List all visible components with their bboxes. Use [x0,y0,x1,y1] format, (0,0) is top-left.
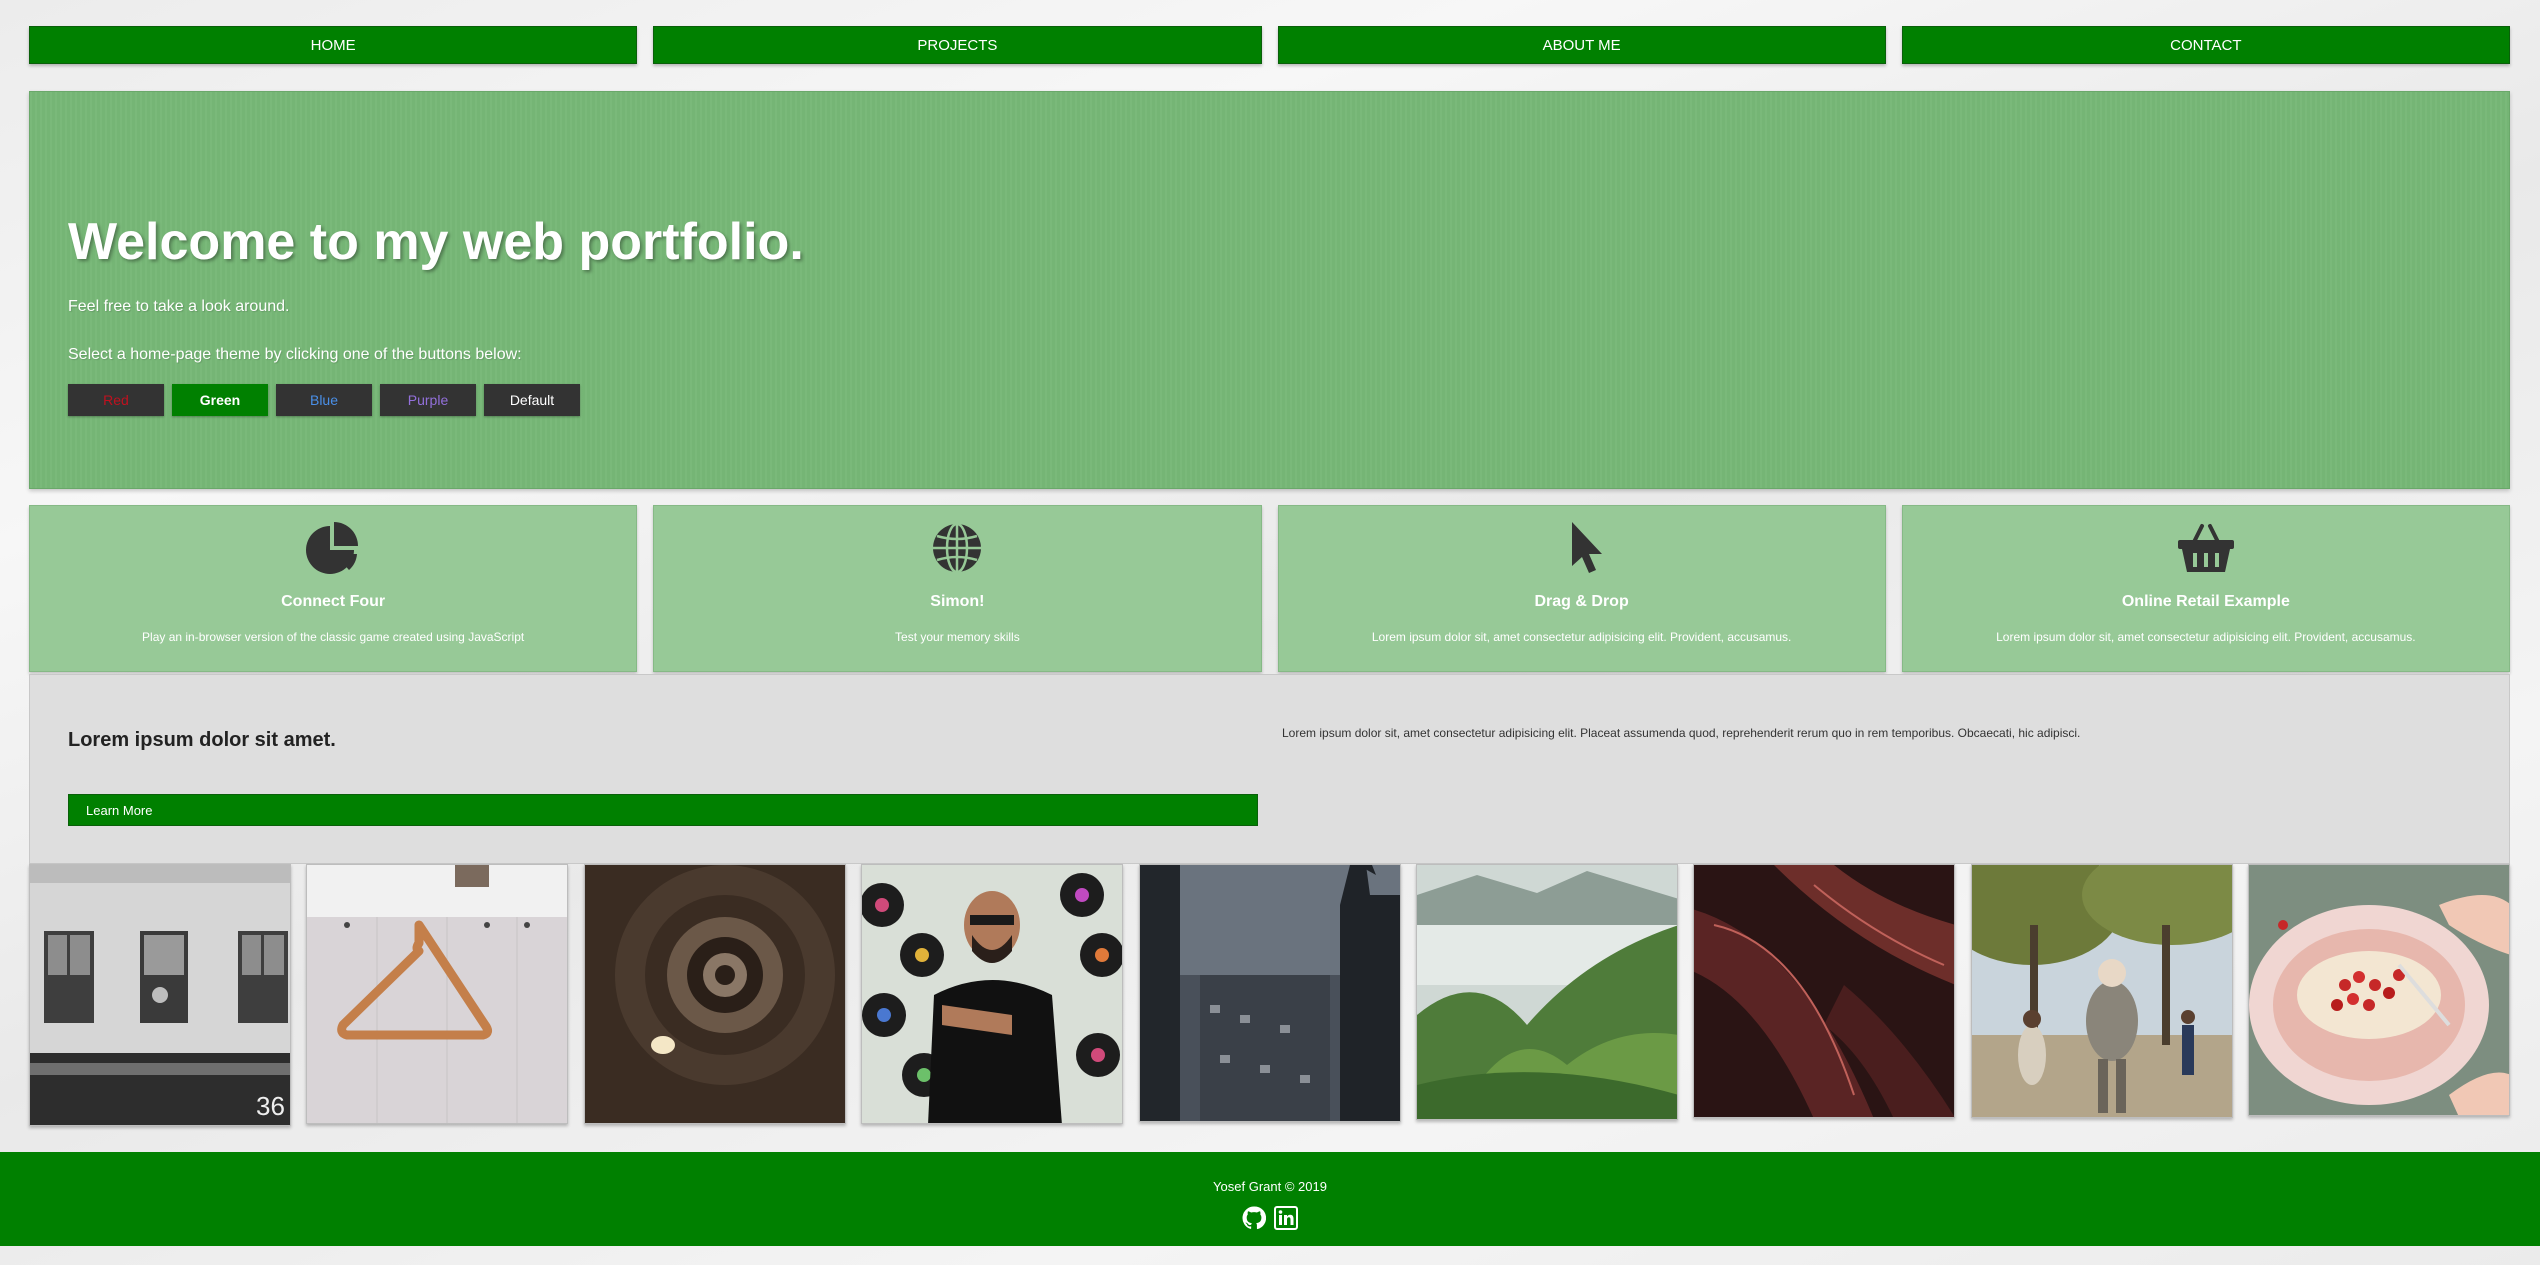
photo-gallery: 36 [29,864,2510,1126]
theme-buttons: Red Green Blue Purple Default [68,384,2509,416]
project-card-online-retail[interactable]: Online Retail Example Lorem ipsum dolor … [1901,505,2510,672]
pie-chart-icon [303,520,363,581]
hero-title: Welcome to my web portfolio. [68,213,804,271]
theme-red-button[interactable]: Red [68,384,164,416]
theme-prompt: Select a home-page theme by clicking one… [68,346,522,363]
theme-blue-button[interactable]: Blue [276,384,372,416]
vinyl-records-man-photo[interactable] [861,864,1124,1124]
hero-section: Welcome to my web portfolio. Feel free t… [29,91,2510,489]
footer: Yosef Grant © 2019 [0,1152,2540,1246]
project-cards: Connect Four Play an in-browser version … [29,505,2510,672]
theme-purple-button[interactable]: Purple [380,384,476,416]
info-section: Lorem ipsum dolor sit amet. Learn More L… [29,674,2510,864]
dark-leaves-photo[interactable] [1693,864,1956,1118]
svg-text:36: 36 [256,1091,285,1121]
nav-about-button[interactable]: ABOUT ME [1277,26,1886,64]
project-card-simon[interactable]: Simon! Test your memory skills [653,505,1262,672]
city-tower-photo[interactable] [1138,864,1401,1122]
nav-projects-button[interactable]: PROJECTS [653,26,1262,64]
pancake-dessert-photo[interactable] [2248,864,2510,1116]
coat-hanger-photo[interactable] [306,864,569,1124]
project-title: Connect Four [281,593,386,610]
basket-icon [2176,520,2236,581]
github-icon[interactable] [1242,1206,1267,1230]
park-people-photo[interactable] [1970,864,2233,1118]
hero-subtitle: Feel free to take a look around. [68,298,290,315]
learn-more-button[interactable]: Learn More [68,794,1258,826]
project-desc: Test your memory skills [895,630,1020,644]
project-title: Simon! [930,593,985,610]
cursor-icon [1552,520,1612,581]
linkedin-icon[interactable] [1274,1206,1298,1230]
project-title: Online Retail Example [2121,593,2290,610]
project-desc: Lorem ipsum dolor sit, amet consectetur … [1371,630,1792,644]
project-desc: Play an in-browser version of the classi… [142,630,525,644]
project-desc: Lorem ipsum dolor sit, amet consectetur … [1996,630,2416,644]
green-hills-photo[interactable] [1415,864,1678,1120]
info-heading: Lorem ipsum dolor sit amet. [68,729,336,751]
project-card-drag-drop[interactable]: Drag & Drop Lorem ipsum dolor sit, amet … [1277,505,1886,672]
project-card-connect-four[interactable]: Connect Four Play an in-browser version … [29,505,638,672]
nav-home-button[interactable]: HOME [29,26,638,64]
social-links [0,1206,2540,1230]
globe-icon [927,520,987,581]
project-title: Drag & Drop [1534,593,1629,610]
top-nav: HOME PROJECTS ABOUT ME CONTACT [29,26,2510,64]
footer-credit: Yosef Grant © 2019 [1213,1179,1327,1194]
building-window-photo[interactable]: 36 [29,864,291,1126]
theme-green-button[interactable]: Green [172,384,268,416]
spiral-staircase-photo[interactable] [583,864,846,1124]
info-paragraph: Lorem ipsum dolor sit, amet consectetur … [1282,726,2081,740]
nav-contact-button[interactable]: CONTACT [1901,26,2510,64]
theme-default-button[interactable]: Default [484,384,580,416]
